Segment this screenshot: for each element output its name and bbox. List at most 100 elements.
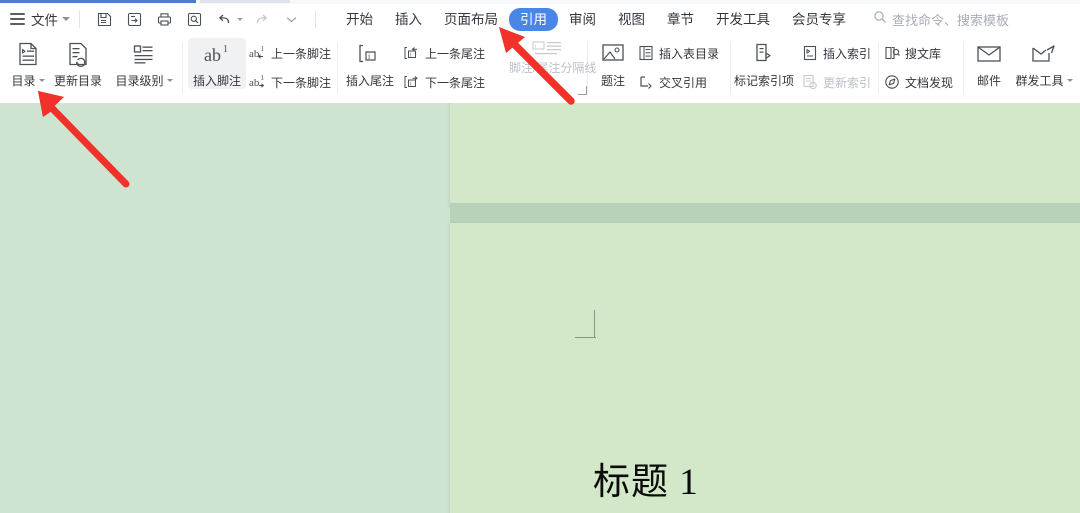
customize-toolbar-icon[interactable] xyxy=(279,7,303,31)
search-library-label: 搜文库 xyxy=(905,46,942,61)
svg-text:ab: ab xyxy=(204,45,221,65)
svg-text:1: 1 xyxy=(261,45,265,53)
caption-button[interactable]: 题注 xyxy=(591,38,635,89)
page-separator-gap xyxy=(450,203,1080,223)
library-group: 搜文库 文档发现 xyxy=(882,34,962,103)
ribbon-toolbar: 目录 更新目录 目录级别 ab 1 插入脚注 ab 1 上一条脚注 ab 1 下… xyxy=(0,34,1080,104)
file-menu-label[interactable]: 文件 xyxy=(31,9,58,29)
inactive-tab-underline xyxy=(200,0,290,3)
cross-reference-label: 交叉引用 xyxy=(659,75,708,90)
previous-footnote-button[interactable]: ab 1 上一条脚注 xyxy=(248,42,331,64)
chevron-down-icon[interactable] xyxy=(1066,79,1073,82)
next-endnote-button-label: 下一条尾注 xyxy=(425,75,486,90)
insert-index-button[interactable]: 插入索引 xyxy=(800,42,871,64)
document-discovery-button[interactable]: 文档发现 xyxy=(882,71,953,93)
toc-button[interactable]: 目录 xyxy=(0,38,56,89)
mass-mail-tools-label: 群发工具 xyxy=(1015,74,1064,88)
update-index-icon xyxy=(800,73,820,91)
tab-start[interactable]: 开始 xyxy=(335,8,384,31)
ribbon-divider-6 xyxy=(963,42,964,94)
tab-member-exclusive[interactable]: 会员专享 xyxy=(781,8,857,31)
save-as-cloud-icon[interactable] xyxy=(122,7,146,31)
document-canvas[interactable]: 标题 1 标题 2 xyxy=(0,103,1080,513)
insert-table-of-figures-button[interactable]: 插入表目录 xyxy=(636,42,719,64)
svg-text:1: 1 xyxy=(223,44,228,55)
mass-mail-tools-button[interactable]: 群发工具 xyxy=(1011,38,1077,89)
svg-text:ab: ab xyxy=(249,77,260,89)
cross-reference-button[interactable]: 交叉引用 xyxy=(636,71,707,93)
print-preview-icon[interactable] xyxy=(182,7,206,31)
ribbon-divider-1 xyxy=(182,42,183,94)
tab-review[interactable]: 审阅 xyxy=(558,8,607,31)
tab-chapter[interactable]: 章节 xyxy=(656,8,705,31)
footnote-group: ab 1 插入脚注 ab 1 上一条脚注 ab 1 下一条脚注 xyxy=(186,34,336,103)
page-2[interactable] xyxy=(450,223,1080,513)
tab-developer-tools[interactable]: 开发工具 xyxy=(705,8,781,31)
print-icon[interactable] xyxy=(152,7,176,31)
next-footnote-icon: ab 1 xyxy=(248,73,268,91)
hamburger-menu-icon[interactable] xyxy=(10,13,25,25)
ribbon-divider-4 xyxy=(730,42,731,94)
tab-references[interactable]: 引用 xyxy=(509,7,558,31)
update-toc-button[interactable]: 更新目录 xyxy=(50,38,106,89)
caption-button-label: 题注 xyxy=(600,74,625,88)
insert-endnote-button[interactable]: i 插入尾注 xyxy=(341,38,399,89)
undo-icon[interactable] xyxy=(212,7,236,31)
heading-1-text[interactable]: 标题 1 xyxy=(593,451,699,505)
chevron-down-icon[interactable] xyxy=(62,17,70,21)
envelope-icon xyxy=(974,38,1004,68)
page-2-margin-corner-marker xyxy=(575,310,597,338)
menu-bar: 文件 开始 插入 页面布局 引用 审阅 视图 章节 开发工具 会员专享 查找命令… xyxy=(0,4,1080,34)
prev-footnote-icon: ab 1 xyxy=(248,44,268,62)
ab1-footnote-icon: ab 1 xyxy=(200,38,234,68)
endnote-group: i 插入尾注 i 上一条尾注 i 下一条尾注 i 脚注/尾注分隔线 xyxy=(341,34,596,103)
footnote-endnote-separator-button[interactable]: i 脚注/尾注分隔线 xyxy=(509,41,597,78)
update-index-label: 更新索引 xyxy=(823,75,872,90)
chevron-down-icon[interactable] xyxy=(166,79,173,82)
mark-index-icon xyxy=(750,38,778,68)
insert-endnote-button-label: 插入尾注 xyxy=(345,74,394,88)
next-footnote-button[interactable]: ab 1 下一条脚注 xyxy=(248,71,331,93)
insert-index-label: 插入索引 xyxy=(823,46,872,61)
separator-lines-icon: i xyxy=(531,38,571,58)
mail-button[interactable]: 邮件 xyxy=(967,38,1011,89)
mark-index-entry-button[interactable]: 标记索引项 xyxy=(734,38,794,89)
chevron-down-icon[interactable] xyxy=(38,79,45,82)
search-library-button[interactable]: 搜文库 xyxy=(882,42,941,64)
menubar-divider-2 xyxy=(315,10,316,28)
mark-index-entry-label: 标记索引项 xyxy=(734,74,795,88)
mail-button-label: 邮件 xyxy=(976,74,1001,88)
undo-dropdown-caret-icon[interactable] xyxy=(237,17,243,21)
toc-button-label: 目录 xyxy=(11,74,36,88)
bracket-i-icon: i xyxy=(355,38,385,68)
toc-level-button[interactable]: 目录级别 xyxy=(112,38,176,89)
insert-footnote-button[interactable]: ab 1 插入脚注 xyxy=(188,38,246,89)
insert-index-icon xyxy=(800,44,820,62)
page-1[interactable] xyxy=(450,103,1080,208)
ribbon-divider-2 xyxy=(337,42,338,94)
caption-group: 题注 插入表目录 交叉引用 xyxy=(591,34,729,103)
insert-footnote-button-label: 插入脚注 xyxy=(192,74,241,88)
redo-icon[interactable] xyxy=(249,7,273,31)
insert-table-of-figures-label: 插入表目录 xyxy=(659,46,720,61)
footnote-endnote-separator-label: 脚注/尾注分隔线 xyxy=(509,60,597,75)
update-index-button[interactable]: 更新索引 xyxy=(800,71,871,93)
picture-caption-icon xyxy=(599,38,627,68)
wps-writer-window: 文件 开始 插入 页面布局 引用 审阅 视图 章节 开发工具 会员专享 查找命令… xyxy=(0,0,1080,513)
toc-level-button-label: 目录级别 xyxy=(115,74,164,88)
document-discovery-label: 文档发现 xyxy=(905,75,954,90)
compass-icon xyxy=(882,73,902,91)
tab-page-layout[interactable]: 页面布局 xyxy=(433,8,509,31)
footnote-dialog-launcher[interactable] xyxy=(578,86,587,95)
previous-endnote-button[interactable]: i 上一条尾注 xyxy=(402,42,485,64)
envelope-send-icon xyxy=(1029,38,1059,68)
book-search-icon xyxy=(882,44,902,62)
ribbon-tabs: 开始 插入 页面布局 引用 审阅 视图 章节 开发工具 会员专享 xyxy=(335,7,857,31)
refresh-doc-icon xyxy=(64,38,92,68)
save-icon[interactable] xyxy=(92,7,116,31)
tab-insert[interactable]: 插入 xyxy=(384,8,433,31)
next-endnote-button[interactable]: i 下一条尾注 xyxy=(402,71,485,93)
mail-group: 邮件 群发工具 xyxy=(967,34,1080,103)
command-search[interactable]: 查找命令、搜索模板 xyxy=(873,10,1009,29)
tab-view[interactable]: 视图 xyxy=(607,8,656,31)
